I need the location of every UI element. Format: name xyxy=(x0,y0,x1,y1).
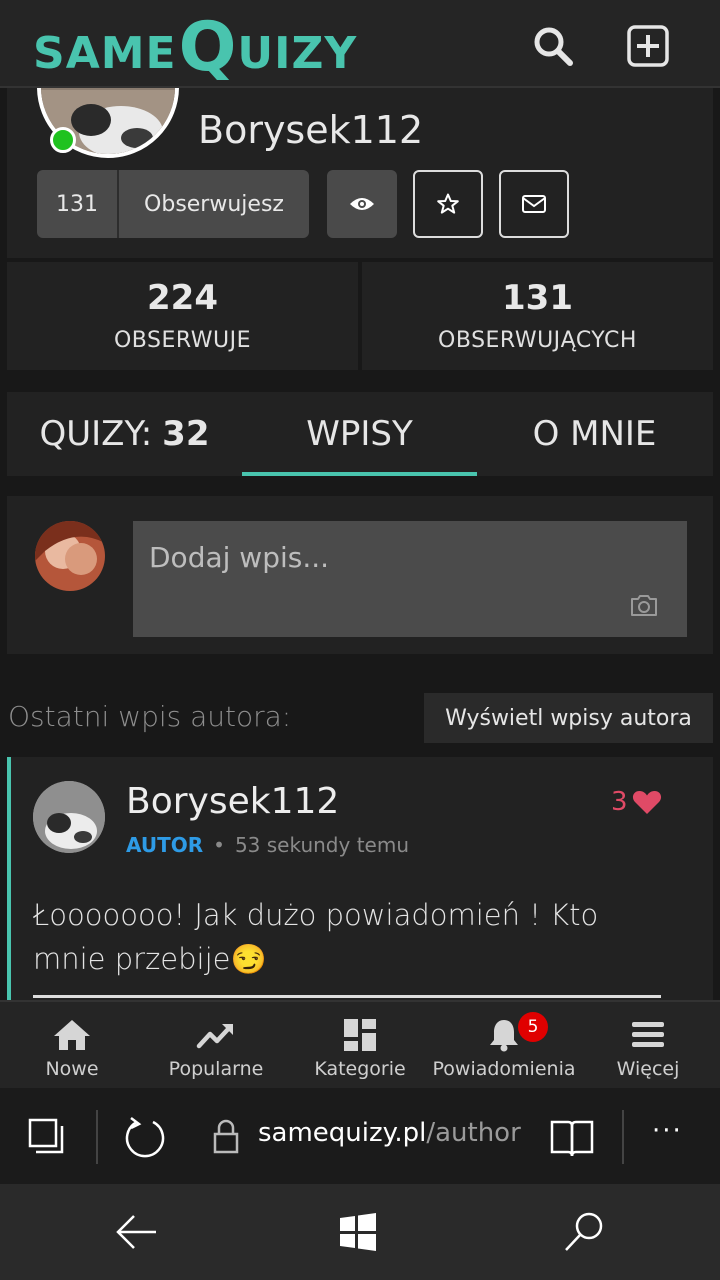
profile-username: Borysek112 xyxy=(198,108,424,152)
top-bar: SAME Q UIZY xyxy=(0,0,720,88)
add-square-icon[interactable] xyxy=(626,24,670,68)
post-text-body: Łooooooo! Jak dużo powiadomień ! Kto mni… xyxy=(33,898,599,976)
likes-count: 3 xyxy=(611,787,628,817)
author-badge: AUTOR xyxy=(126,833,204,857)
following-count: 224 xyxy=(147,278,218,318)
following-stat[interactable]: 224 OBSERWUJE xyxy=(7,262,358,370)
tabs-icon[interactable] xyxy=(28,1118,68,1158)
tab-about-label: O MNIE xyxy=(532,414,657,454)
logo-text-same: SAME xyxy=(33,28,177,79)
profile-tabs: QUIZY: 32 WPISY O MNIE xyxy=(7,392,713,476)
message-button[interactable] xyxy=(499,170,569,238)
trending-icon xyxy=(196,1018,236,1052)
notification-count-badge: 5 xyxy=(518,1012,548,1042)
post-meta: AUTOR • 53 sekundy temu xyxy=(126,833,409,857)
tab-about[interactable]: O MNIE xyxy=(477,392,712,476)
new-post-placeholder: Dodaj wpis... xyxy=(149,541,330,574)
following-toggle-button[interactable]: Obserwujesz xyxy=(119,170,309,238)
tab-quizzes-label: QUIZY: xyxy=(39,414,153,454)
tab-quizzes[interactable]: QUIZY: 32 xyxy=(7,392,242,476)
follow-button-group[interactable]: 131 Obserwujesz xyxy=(37,170,309,238)
url-field[interactable]: samequizy.pl/author xyxy=(258,1118,521,1148)
grid-icon xyxy=(340,1018,380,1052)
nav-item-categories[interactable]: Kategorie xyxy=(288,1002,432,1088)
nav-item-popular[interactable]: Popularne xyxy=(144,1002,288,1088)
star-icon xyxy=(436,192,460,216)
meta-separator: • xyxy=(213,833,225,857)
bottom-navigation: Nowe Popularne Kategorie 5 Powiadomienia… xyxy=(0,1000,720,1088)
favorite-button[interactable] xyxy=(413,170,483,238)
system-navigation-bar xyxy=(0,1184,720,1280)
post-author-avatar[interactable] xyxy=(33,781,105,853)
url-path: /author xyxy=(426,1118,521,1148)
smirk-emoji: 😏 xyxy=(230,942,267,976)
refresh-icon[interactable] xyxy=(123,1116,167,1160)
profile-stats: 224 OBSERWUJE 131 OBSERWUJĄCYCH xyxy=(7,262,713,370)
post-text: Łooooooo! Jak dużo powiadomień ! Kto mni… xyxy=(33,893,653,981)
lock-icon xyxy=(212,1118,240,1156)
toolbar-separator xyxy=(96,1110,98,1164)
envelope-icon xyxy=(521,194,547,214)
browser-address-bar: samequizy.pl/author ··· xyxy=(0,1088,720,1184)
post-card: Borysek112 AUTOR • 53 sekundy temu 3 Łoo… xyxy=(7,757,713,1000)
tab-posts[interactable]: WPISY xyxy=(242,392,477,476)
online-status-dot xyxy=(50,127,76,153)
followers-count: 131 xyxy=(502,278,573,318)
nav-item-notifications[interactable]: 5 Powiadomienia xyxy=(432,1002,576,1088)
followers-label: OBSERWUJĄCYCH xyxy=(438,328,637,353)
tab-posts-label: WPISY xyxy=(306,414,413,454)
current-user-avatar[interactable] xyxy=(35,521,105,591)
windows-start-icon[interactable] xyxy=(338,1212,378,1252)
following-label: OBSERWUJE xyxy=(113,328,252,353)
watch-button[interactable] xyxy=(327,170,397,238)
post-composer: Dodaj wpis... xyxy=(7,496,713,654)
new-post-input[interactable]: Dodaj wpis... xyxy=(133,521,687,637)
toolbar-separator xyxy=(622,1110,624,1164)
logo-text-q: Q xyxy=(178,8,238,87)
nav-item-new[interactable]: Nowe xyxy=(0,1002,144,1088)
eye-icon xyxy=(348,194,376,214)
more-options-icon[interactable]: ··· xyxy=(652,1116,683,1146)
nav-label-popular: Popularne xyxy=(168,1058,264,1080)
samequizy-logo[interactable]: SAME Q UIZY xyxy=(33,6,357,82)
search-icon[interactable] xyxy=(531,24,575,68)
nav-item-more[interactable]: Więcej xyxy=(576,1002,720,1088)
post-likes[interactable]: 3 xyxy=(611,787,662,817)
post-author-name[interactable]: Borysek112 xyxy=(126,781,339,822)
followers-stat[interactable]: 131 OBSERWUJĄCYCH xyxy=(362,262,713,370)
logo-text-uizy: UIZY xyxy=(237,28,358,79)
heart-icon xyxy=(628,789,662,815)
nav-label-more: Więcej xyxy=(616,1058,680,1080)
nav-label-new: Nowe xyxy=(45,1058,99,1080)
latest-post-heading: Ostatni wpis autora: xyxy=(8,700,292,733)
followers-count-button[interactable]: 131 xyxy=(37,170,119,238)
post-time: 53 sekundy temu xyxy=(234,833,409,857)
tab-quizzes-count: 32 xyxy=(162,414,210,454)
nav-label-categories: Kategorie xyxy=(314,1058,406,1080)
back-arrow-icon[interactable] xyxy=(114,1212,158,1252)
url-domain: samequizy.pl xyxy=(258,1118,427,1148)
menu-icon xyxy=(628,1018,668,1052)
nav-label-notifications: Powiadomienia xyxy=(432,1058,576,1080)
show-author-posts-button[interactable]: Wyświetl wpisy autora xyxy=(424,693,713,743)
camera-icon[interactable] xyxy=(629,593,659,617)
home-icon xyxy=(52,1018,92,1052)
reading-view-icon[interactable] xyxy=(548,1116,596,1160)
post-divider xyxy=(33,995,661,998)
search-icon[interactable] xyxy=(562,1210,606,1254)
